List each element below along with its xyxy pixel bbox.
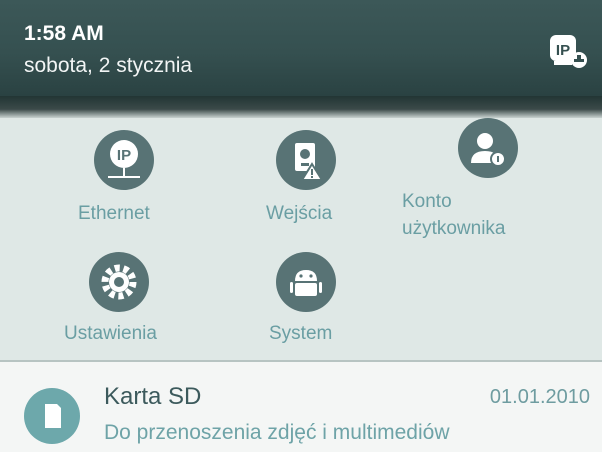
android-icon bbox=[276, 252, 336, 312]
ip-network-icon: IP bbox=[94, 130, 154, 190]
input-warning-icon bbox=[276, 130, 336, 190]
tile-settings-label: Ustawienia bbox=[64, 323, 157, 344]
tile-user-account-label: Konto bbox=[402, 191, 452, 212]
notification-date: 01.01.2010 bbox=[489, 386, 590, 408]
tile-ethernet-label: Ethernet bbox=[78, 203, 150, 224]
ip-camera-icon[interactable]: IP bbox=[548, 33, 588, 69]
user-account-icon bbox=[458, 118, 518, 178]
tile-user-account-label-line2: użytkownika bbox=[402, 218, 506, 239]
panel-shadow bbox=[0, 96, 602, 118]
tile-inputs-label: Wejścia bbox=[266, 203, 333, 224]
clock-time: 1:58 AM bbox=[24, 22, 104, 45]
gear-icon bbox=[89, 252, 149, 312]
svg-text:IP: IP bbox=[556, 42, 570, 59]
svg-text:IP: IP bbox=[117, 147, 131, 164]
notification-title: Karta SD bbox=[104, 383, 202, 410]
sd-card-icon bbox=[24, 388, 80, 444]
tile-system-label: System bbox=[269, 323, 333, 344]
clock-date: sobota, 2 stycznia bbox=[24, 54, 193, 77]
notification-description: Do przenoszenia zdjęć i multimediów bbox=[104, 421, 450, 444]
status-bar: 1:58 AM sobota, 2 stycznia IP bbox=[0, 0, 602, 96]
